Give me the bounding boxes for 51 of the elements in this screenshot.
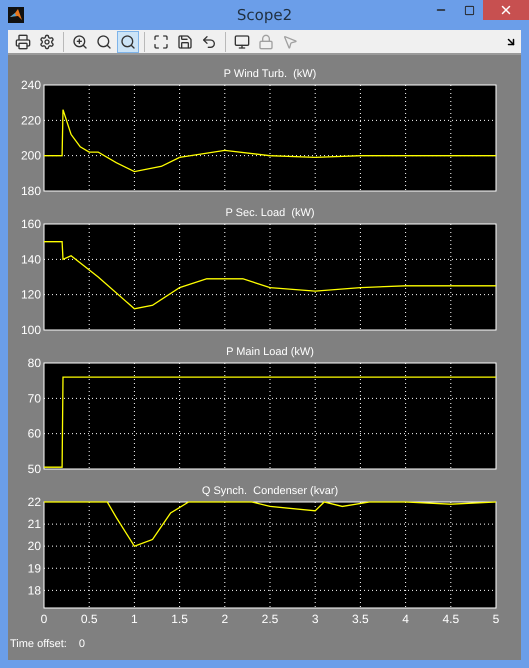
axis-tick-label: 1	[131, 612, 138, 626]
axis-tick-label: 140	[20, 252, 41, 266]
axis-tick-label: 21	[28, 517, 41, 532]
window-title: Scope2	[236, 6, 292, 24]
axis-tick-label: 4	[402, 612, 409, 626]
axis-tick-label: 20	[28, 539, 41, 554]
axis-tick-label: 100	[20, 323, 41, 337]
axis-tick-label: 4.5	[442, 612, 460, 626]
magnifier-icon	[96, 34, 112, 50]
axis-tick-label: 2.5	[262, 612, 278, 626]
save-icon	[177, 34, 193, 50]
axis-tick-label: 120	[20, 288, 41, 302]
expand-icon	[153, 34, 169, 50]
chart-title: P Sec. Load (kW)	[225, 207, 315, 219]
monitor-icon	[234, 34, 250, 50]
axis-tick-label: 22	[28, 495, 41, 509]
axis-tick-label: 1.5	[171, 612, 188, 626]
axis-tick-label: 3	[312, 612, 319, 626]
axis-tick-label: 0.5	[80, 612, 98, 626]
axis-tick-label: 0	[40, 612, 48, 626]
chart-title: P Main Load (kW)	[226, 346, 314, 358]
chart-title: P Wind Turb. (kW)	[224, 68, 316, 80]
printer-icon	[15, 34, 31, 50]
close-icon	[499, 3, 513, 17]
undo-icon	[201, 34, 217, 50]
zoom-in-icon	[72, 34, 88, 50]
axis-tick-label: 18	[28, 583, 41, 598]
settings-icon	[39, 34, 55, 50]
app-logo-icon	[8, 7, 24, 23]
axis-tick-label: 80	[28, 356, 41, 370]
axis-tick-label: 180	[20, 184, 41, 198]
axis-tick-label: 240	[20, 78, 41, 92]
axis-tick-label: 3.5	[352, 612, 369, 626]
chart-title: Q Synch. Condenser (kvar)	[202, 485, 338, 497]
lock-icon	[258, 34, 274, 50]
axis-tick-label: 2	[221, 612, 228, 626]
axis-tick-label: 70	[28, 391, 41, 406]
axis-tick-label: 60	[28, 426, 41, 441]
time-offset-value: 0	[78, 638, 85, 650]
axis-tick-label: 50	[28, 462, 41, 476]
maximize-icon	[464, 4, 474, 16]
close-button[interactable]	[483, 0, 529, 20]
axis-tick-label: 220	[20, 113, 41, 128]
axis-tick-label: 200	[20, 148, 41, 163]
axis-tick-label: 5	[492, 612, 500, 626]
pointer-icon	[282, 34, 298, 50]
axis-tick-label: 19	[28, 561, 41, 576]
magnifier-icon	[120, 34, 136, 50]
toolbar-button[interactable]	[117, 30, 139, 52]
time-offset-label: Time offset:	[10, 638, 67, 650]
axis-tick-label: 160	[20, 217, 41, 231]
